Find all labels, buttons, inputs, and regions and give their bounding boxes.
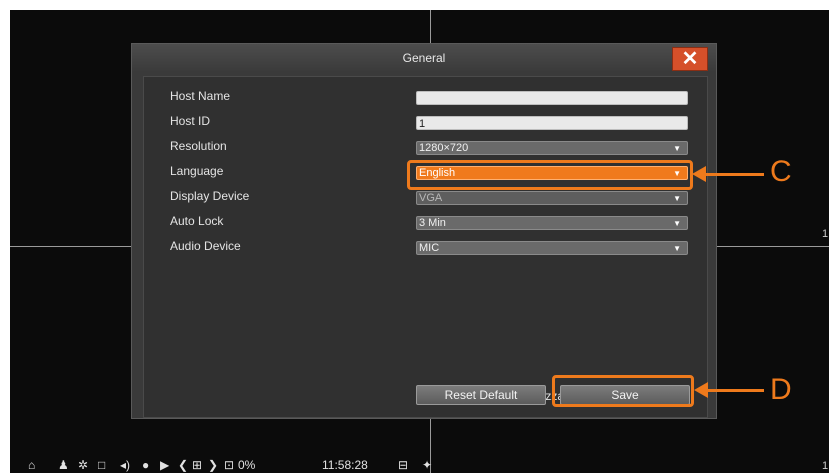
chevron-down-icon: ▼: [673, 244, 681, 253]
network-icon[interactable]: ⊟: [398, 458, 408, 472]
language-highlight-box: [407, 160, 693, 190]
disk-usage-percent: 0%: [238, 458, 256, 472]
auto-lock-label: Auto Lock: [170, 214, 224, 228]
audio-device-label: Audio Device: [170, 239, 241, 253]
audio-device-select[interactable]: MIC ▼: [416, 241, 688, 255]
display-device-label: Display Device: [170, 189, 250, 203]
dvr-screen: 1 1 General ✕ Host Name Host ID 1 Resolu…: [10, 10, 829, 473]
settings-icon[interactable]: ✲: [78, 458, 88, 472]
hdd-icon: ⊡: [224, 458, 235, 472]
dialog-title-bar: General ✕: [132, 44, 716, 72]
pin-icon[interactable]: ✦: [422, 458, 432, 472]
resolution-select[interactable]: 1280×720 ▼: [416, 141, 688, 155]
display-device-select: VGA ▼: [416, 191, 688, 205]
arrow-c-line: [704, 173, 764, 176]
user-icon[interactable]: ♟: [58, 458, 69, 472]
monitor-icon[interactable]: □: [98, 458, 105, 472]
chevron-down-icon: ▼: [673, 144, 681, 153]
close-icon: ✕: [681, 48, 699, 70]
resolution-value: 1280×720: [419, 142, 469, 154]
layout-grid-icon[interactable]: ⊞: [192, 458, 202, 472]
chevron-right-icon[interactable]: ❯: [208, 458, 218, 472]
display-device-value: VGA: [419, 192, 443, 204]
volume-icon[interactable]: ◂): [120, 458, 130, 472]
playback-icon[interactable]: ▶: [160, 458, 169, 472]
general-dialog: General ✕ Host Name Host ID 1 Resolution…: [131, 43, 717, 419]
save-highlight-box: [552, 375, 694, 407]
callout-c-label: C: [770, 155, 792, 188]
auto-lock-value: 3 Min: [419, 217, 446, 229]
dialog-title: General: [402, 51, 446, 65]
chevron-left-icon[interactable]: ❮: [178, 458, 188, 472]
taskbar: ⌂ ♟ ✲ □ ◂) ● ▶ ❮ ⊞ ❯ ⊡ 0% 11:58:28 ⊟ ✦: [10, 457, 829, 473]
dialog-body: Host Name Host ID 1 Resolution 1280×720 …: [143, 76, 708, 418]
clock-time: 11:58:28: [322, 458, 368, 472]
language-label: Language: [170, 164, 224, 178]
edge-label: 1: [822, 228, 829, 240]
auto-lock-select[interactable]: 3 Min ▼: [416, 216, 688, 230]
chevron-down-icon: ▼: [673, 194, 681, 203]
arrow-d-line: [706, 389, 764, 392]
resolution-label: Resolution: [170, 139, 227, 153]
audio-device-value: MIC: [419, 242, 440, 254]
ptz-icon[interactable]: ●: [142, 458, 149, 472]
home-icon[interactable]: ⌂: [28, 458, 35, 472]
host-name-input[interactable]: [416, 91, 688, 105]
callout-d-label: D: [770, 373, 792, 406]
host-id-input[interactable]: 1: [416, 116, 688, 130]
host-name-label: Host Name: [170, 89, 231, 103]
close-button[interactable]: ✕: [672, 47, 708, 71]
host-id-label: Host ID: [170, 114, 211, 128]
reset-default-button[interactable]: Reset Default: [416, 385, 546, 405]
chevron-down-icon: ▼: [673, 219, 681, 228]
